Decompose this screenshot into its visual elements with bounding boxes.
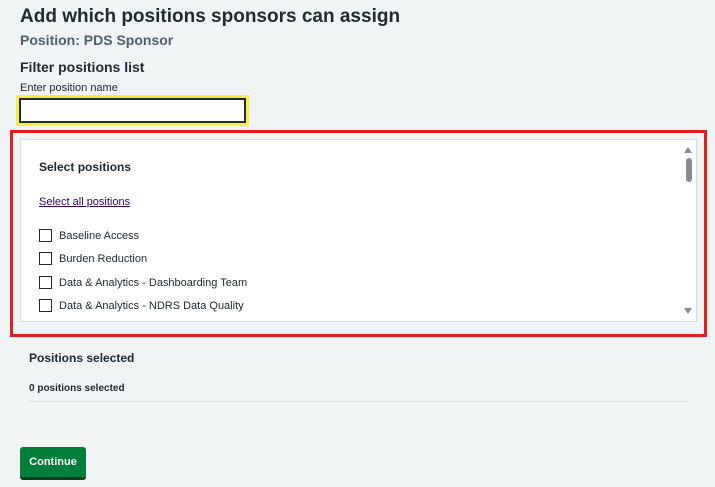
section-divider xyxy=(29,401,687,402)
checkbox[interactable] xyxy=(39,299,52,312)
option-label: Data & Analytics - NDRS Data Quality xyxy=(59,299,244,312)
option-label: Burden Reduction xyxy=(59,252,148,265)
positions-selected-count: 0 positions selected xyxy=(29,383,125,394)
filter-heading: Filter positions list xyxy=(20,59,145,75)
continue-button[interactable]: Continue xyxy=(20,447,86,480)
select-all-link[interactable]: Select all positions xyxy=(39,196,130,208)
checkbox[interactable] xyxy=(39,229,52,242)
position-name-input[interactable] xyxy=(16,95,249,126)
scroll-down-arrow-icon[interactable] xyxy=(684,308,692,314)
option-dashboarding-team[interactable]: Data & Analytics - Dashboarding Team xyxy=(39,276,247,289)
checkbox[interactable] xyxy=(39,252,52,265)
option-burden-reduction[interactable]: Burden Reduction xyxy=(39,252,147,265)
filter-label: Enter position name xyxy=(20,82,118,94)
option-ndrs-data-quality[interactable]: Data & Analytics - NDRS Data Quality xyxy=(39,299,244,312)
positions-list-panel[interactable]: Select positions Select all positions Ba… xyxy=(20,139,697,322)
checkbox[interactable] xyxy=(39,276,52,289)
scroll-thumb[interactable] xyxy=(686,158,692,182)
page-title: Add which positions sponsors can assign xyxy=(20,6,401,27)
page-subtitle: Position: PDS Sponsor xyxy=(20,32,174,48)
option-baseline-access[interactable]: Baseline Access xyxy=(39,229,139,242)
positions-selected-heading: Positions selected xyxy=(29,351,135,365)
list-scrollbar[interactable] xyxy=(680,140,696,321)
scroll-up-arrow-icon[interactable] xyxy=(684,147,692,153)
list-title: Select positions xyxy=(39,160,132,174)
option-label: Data & Analytics - Dashboarding Team xyxy=(59,276,248,289)
option-label: Baseline Access xyxy=(59,229,140,242)
